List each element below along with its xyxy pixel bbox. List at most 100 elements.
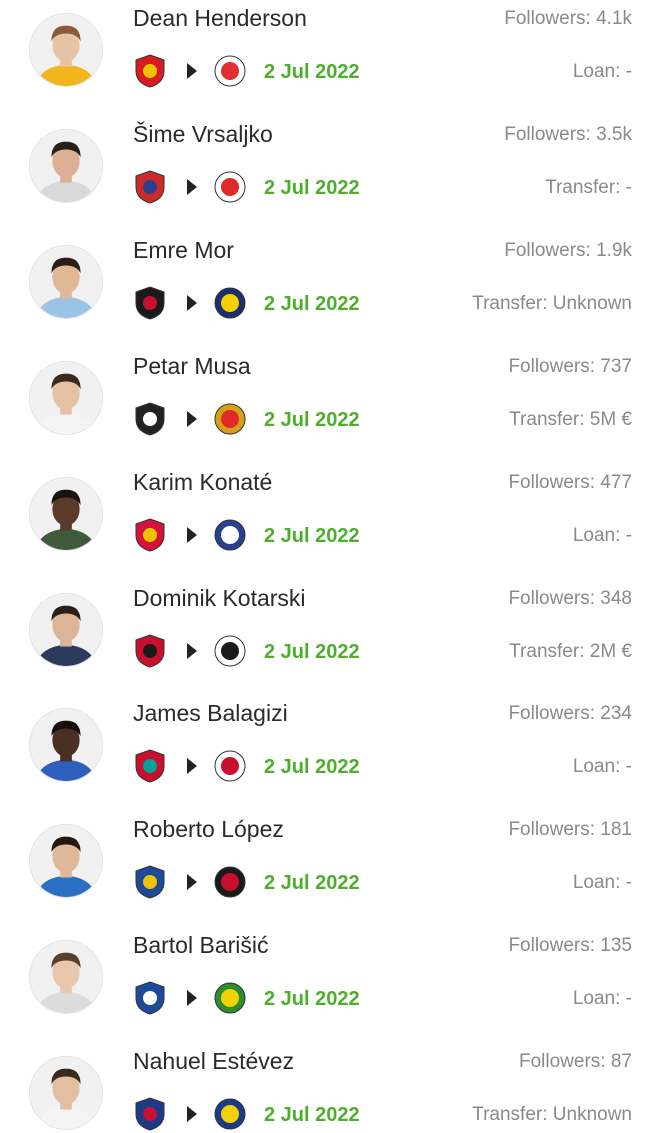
- transfer-fee: Loan: -: [572, 872, 632, 893]
- followers-count: Followers: 4.1k: [504, 8, 632, 29]
- fc-liefering-crest-icon[interactable]: [212, 517, 248, 553]
- transfer-arrow-icon: [187, 295, 197, 311]
- rb-salzburg-crest-icon[interactable]: [132, 517, 168, 553]
- transfer-date: 2 Jul 2022: [264, 641, 360, 663]
- transfer-row[interactable]: Karim Konaté Followers: 477 2 Jul 2022 L…: [0, 464, 662, 580]
- hnk-gorica-crest-icon[interactable]: [132, 633, 168, 669]
- transfer-arrow-icon: [187, 990, 197, 1006]
- transfer-arrow-icon: [187, 1106, 197, 1122]
- transfer-fee: Loan: -: [572, 988, 632, 1009]
- nottingham-forest-crest-icon[interactable]: [212, 53, 248, 89]
- real-sociedad-crest-icon[interactable]: [132, 864, 168, 900]
- transfer-row[interactable]: Roberto López Followers: 181 2 Jul 2022 …: [0, 811, 662, 927]
- player-name[interactable]: Karim Konaté: [133, 469, 272, 496]
- player-avatar[interactable]: [29, 708, 103, 782]
- player-name[interactable]: Petar Musa: [133, 353, 251, 380]
- player-photo-icon: [30, 130, 102, 202]
- player-name[interactable]: Emre Mor: [133, 237, 234, 264]
- followers-count: Followers: 135: [508, 935, 632, 956]
- player-name[interactable]: Šime Vrsaljko: [133, 121, 273, 148]
- crawley-town-crest-icon[interactable]: [212, 748, 248, 784]
- transfer-date: 2 Jul 2022: [264, 872, 360, 894]
- paok-crest-icon[interactable]: [212, 633, 248, 669]
- atletico-madrid-crest-icon[interactable]: [132, 169, 168, 205]
- transfer-row[interactable]: Dominik Kotarski Followers: 348 2 Jul 20…: [0, 580, 662, 696]
- transfer-arrow-icon: [187, 179, 197, 195]
- player-name[interactable]: Dominik Kotarski: [133, 585, 306, 612]
- benfica-crest-icon[interactable]: [212, 401, 248, 437]
- transfer-fee: Transfer: -: [545, 177, 632, 198]
- transfer-row[interactable]: Dean Henderson Followers: 4.1k 2 Jul 202…: [0, 0, 662, 116]
- crotone-crest-icon[interactable]: [132, 1096, 168, 1132]
- player-avatar[interactable]: [29, 593, 103, 667]
- transfer-date: 2 Jul 2022: [264, 293, 360, 315]
- player-name[interactable]: Nahuel Estévez: [133, 1048, 294, 1075]
- player-name[interactable]: Dean Henderson: [133, 5, 307, 32]
- player-name[interactable]: James Balagizi: [133, 700, 288, 727]
- transfer-date: 2 Jul 2022: [264, 525, 360, 547]
- parma-crest-icon[interactable]: [212, 1096, 248, 1132]
- followers-count: Followers: 87: [519, 1051, 632, 1072]
- transfer-list: Dean Henderson Followers: 4.1k 2 Jul 202…: [0, 0, 662, 1133]
- transfer-fee: Transfer: 2M €: [509, 641, 632, 662]
- transfer-fee: Loan: -: [572, 756, 632, 777]
- player-photo-icon: [30, 941, 102, 1013]
- player-avatar[interactable]: [29, 940, 103, 1014]
- liverpool-crest-icon[interactable]: [132, 748, 168, 784]
- nk-istra-crest-icon[interactable]: [212, 980, 248, 1016]
- boavista-crest-icon[interactable]: [132, 401, 168, 437]
- transfer-row[interactable]: Bartol Barišić Followers: 135 2 Jul 2022…: [0, 927, 662, 1043]
- transfer-date: 2 Jul 2022: [264, 177, 360, 199]
- transfer-row[interactable]: Šime Vrsaljko Followers: 3.5k 2 Jul 2022…: [0, 116, 662, 232]
- followers-count: Followers: 737: [508, 356, 632, 377]
- player-avatar[interactable]: [29, 824, 103, 898]
- followers-count: Followers: 3.5k: [504, 124, 632, 145]
- transfer-date: 2 Jul 2022: [264, 61, 360, 83]
- followers-count: Followers: 181: [508, 819, 632, 840]
- fatih-karagumruk-crest-icon[interactable]: [132, 285, 168, 321]
- transfer-date: 2 Jul 2022: [264, 988, 360, 1010]
- transfer-fee: Transfer: Unknown: [472, 1104, 632, 1125]
- player-avatar[interactable]: [29, 477, 103, 551]
- transfer-row[interactable]: Emre Mor Followers: 1.9k 2 Jul 2022 Tran…: [0, 232, 662, 348]
- transfer-arrow-icon: [187, 874, 197, 890]
- player-name[interactable]: Roberto López: [133, 816, 284, 843]
- transfer-arrow-icon: [187, 63, 197, 79]
- followers-count: Followers: 1.9k: [504, 240, 632, 261]
- transfer-row[interactable]: Petar Musa Followers: 737 2 Jul 2022 Tra…: [0, 348, 662, 464]
- player-photo-icon: [30, 1057, 102, 1129]
- transfer-date: 2 Jul 2022: [264, 409, 360, 431]
- transfer-arrow-icon: [187, 411, 197, 427]
- player-photo-icon: [30, 246, 102, 318]
- player-avatar[interactable]: [29, 13, 103, 87]
- player-avatar[interactable]: [29, 129, 103, 203]
- followers-count: Followers: 348: [508, 588, 632, 609]
- player-avatar[interactable]: [29, 245, 103, 319]
- manchester-united-crest-icon[interactable]: [132, 53, 168, 89]
- transfer-fee: Loan: -: [572, 525, 632, 546]
- olympiacos-crest-icon[interactable]: [212, 169, 248, 205]
- transfer-arrow-icon: [187, 758, 197, 774]
- player-name[interactable]: Bartol Barišić: [133, 932, 268, 959]
- player-photo-icon: [30, 825, 102, 897]
- player-photo-icon: [30, 362, 102, 434]
- player-avatar[interactable]: [29, 361, 103, 435]
- transfer-fee: Transfer: Unknown: [472, 293, 632, 314]
- fenerbahce-crest-icon[interactable]: [212, 285, 248, 321]
- followers-count: Followers: 477: [508, 472, 632, 493]
- transfer-fee: Loan: -: [572, 61, 632, 82]
- player-photo-icon: [30, 14, 102, 86]
- player-photo-icon: [30, 709, 102, 781]
- transfer-fee: Transfer: 5M €: [509, 409, 632, 430]
- transfer-arrow-icon: [187, 643, 197, 659]
- transfer-arrow-icon: [187, 527, 197, 543]
- player-avatar[interactable]: [29, 1056, 103, 1130]
- dinamo-zagreb-crest-icon[interactable]: [132, 980, 168, 1016]
- transfer-row[interactable]: Nahuel Estévez Followers: 87 2 Jul 2022 …: [0, 1043, 662, 1133]
- player-photo-icon: [30, 594, 102, 666]
- transfer-date: 2 Jul 2022: [264, 756, 360, 778]
- transfer-row[interactable]: James Balagizi Followers: 234 2 Jul 2022…: [0, 695, 662, 811]
- player-photo-icon: [30, 478, 102, 550]
- transfer-date: 2 Jul 2022: [264, 1104, 360, 1126]
- cd-mirandes-crest-icon[interactable]: [212, 864, 248, 900]
